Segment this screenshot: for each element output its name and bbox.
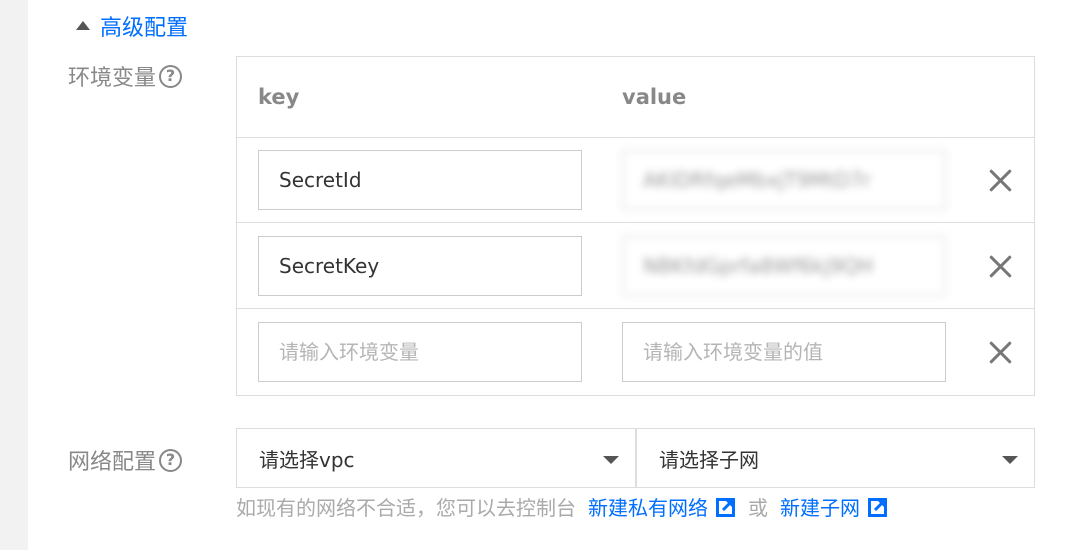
env-value-input[interactable]	[622, 150, 946, 210]
new-subnet-link[interactable]: 新建子网	[780, 492, 888, 521]
new-vpc-link-label: 新建私有网络	[588, 496, 708, 520]
or-text: 或	[748, 496, 768, 520]
remove-icon[interactable]	[983, 335, 1019, 371]
column-header-value: value	[622, 85, 687, 109]
remove-icon[interactable]	[983, 163, 1019, 199]
env-key-input[interactable]	[258, 322, 582, 382]
caret-up-icon	[76, 20, 90, 30]
chevron-down-icon	[1002, 456, 1018, 464]
help-icon[interactable]: ?	[159, 64, 183, 88]
new-subnet-link-label: 新建子网	[780, 496, 860, 520]
vpc-select-value: 请选择vpc	[259, 447, 355, 472]
env-key-input[interactable]	[258, 150, 582, 210]
advanced-config-toggle[interactable]: 高级配置	[76, 10, 188, 42]
env-vars-label-text: 环境变量	[68, 66, 157, 91]
subnet-select-value: 请选择子网	[659, 447, 759, 472]
subnet-select[interactable]: 请选择子网	[636, 428, 1035, 488]
env-table-header: key value	[237, 57, 1034, 138]
env-vars-label: 环境变量 ?	[68, 60, 183, 92]
env-value-input[interactable]	[622, 322, 946, 382]
help-icon[interactable]: ?	[159, 448, 183, 472]
remove-icon[interactable]	[983, 249, 1019, 285]
external-link-icon	[716, 497, 735, 517]
network-config-label: 网络配置 ?	[68, 444, 183, 476]
new-vpc-link[interactable]: 新建私有网络	[588, 492, 736, 521]
vpc-select[interactable]: 请选择vpc	[236, 428, 636, 488]
external-link-icon	[868, 497, 887, 517]
env-row	[237, 137, 1034, 223]
env-value-input[interactable]	[622, 236, 946, 296]
chevron-down-icon	[603, 456, 619, 464]
env-key-input[interactable]	[258, 236, 582, 296]
network-hint: 如现有的网络不合适，您可以去控制台 新建私有网络 或 新建子网	[236, 492, 888, 521]
network-hint-text: 如现有的网络不合适，您可以去控制台	[236, 496, 576, 520]
column-header-key: key	[258, 85, 300, 109]
env-vars-table: key value	[236, 56, 1035, 396]
network-config-label-text: 网络配置	[68, 450, 157, 475]
env-row-new	[237, 309, 1034, 395]
env-row	[237, 223, 1034, 309]
advanced-config-label: 高级配置	[100, 16, 189, 41]
